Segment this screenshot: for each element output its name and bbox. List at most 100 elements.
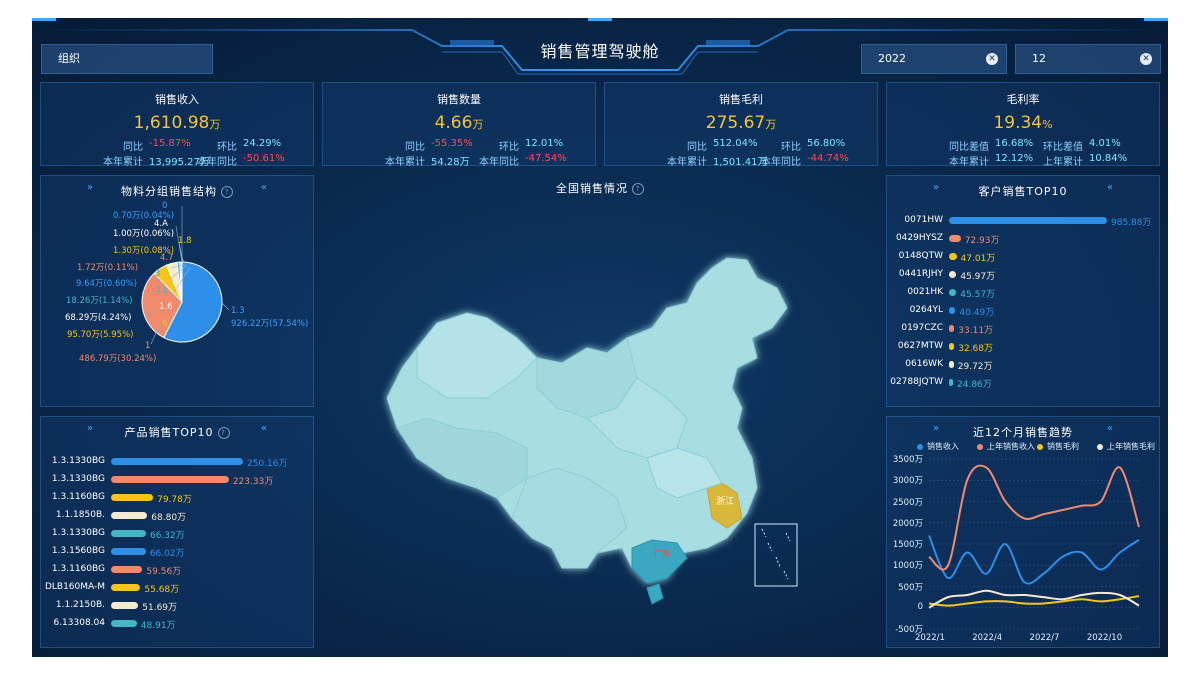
bar-label: 1.3.1560BG: [51, 546, 105, 556]
kpi-card: 销售数量 4.66万 同比 -55.35% 环比 12.01% 本年累计 54.28万 本年同比…: [322, 82, 596, 168]
bar-label: 1.1.1850B.: [55, 510, 105, 520]
material-structure-panel: » « 物料分组销售结构? 0 0.70万(0.04%) 4.A 1.00万(0.06…: [40, 175, 314, 407]
kpi-metric-value: 10.84%: [1089, 153, 1128, 164]
bar-row[interactable]: 1.3.1330BG 66.32万: [52, 526, 185, 542]
bar-row[interactable]: 0429HYSZ 72.93万: [896, 231, 1000, 247]
kpi-name: 销售毛利: [719, 93, 763, 106]
bar-label: 02788JQTW: [890, 377, 943, 387]
bar-value: 48.91万: [140, 621, 176, 631]
sales-trend-panel: » « 近12个月销售趋势 销售收入 上年销售收入 销售毛利 上年销售毛利 3500万…: [886, 416, 1160, 648]
bar-fill: [949, 379, 953, 386]
kpi-metric-value: -15.87%: [149, 138, 191, 149]
kpi-metric-value: -50.61%: [243, 153, 285, 164]
kpi-value-number: 19.34: [993, 113, 1043, 133]
china-map[interactable]: 浙江 广东: [377, 248, 817, 608]
kpi-value-number: 1,610.98: [133, 113, 210, 133]
pie-label: 1.6: [159, 302, 173, 312]
bar-row[interactable]: 0021HK 45.57万: [907, 285, 995, 301]
kpi-name: 销售数量: [437, 93, 481, 106]
bar-row[interactable]: 0264YL 40.49万: [910, 303, 995, 319]
bar-row[interactable]: 1.3.1560BG 66.02万: [52, 544, 185, 560]
kpi-value-number: 275.67: [705, 113, 766, 133]
bar-value: 72.93万: [964, 236, 1000, 246]
bar-row[interactable]: 02788JQTW 24.86万: [890, 375, 992, 391]
x-tick-label: 2022/4: [972, 633, 1003, 643]
year-select[interactable]: 2022 ✕: [861, 44, 1007, 74]
close-circle-icon[interactable]: ✕: [1140, 53, 1152, 65]
kpi-label: 上年累计: [1043, 157, 1083, 168]
bar-row[interactable]: 1.3.1330BG 250.16万: [52, 454, 288, 470]
bar-fill: [949, 217, 1107, 224]
y-tick-label: 2000万: [892, 518, 923, 529]
kpi-label: 环比: [217, 142, 237, 153]
pie-label: 9.64万(0.60%): [76, 279, 138, 289]
close-circle-icon[interactable]: ✕: [986, 53, 998, 65]
kpi-metric-value: 54.28万: [431, 157, 470, 168]
bar-fill: [949, 361, 954, 368]
trend-series-line[interactable]: [928, 595, 1140, 607]
bar-value: 250.16万: [247, 459, 288, 469]
bar-value: 45.97万: [960, 272, 996, 282]
customer-top10-panel: » « 客户销售TOP10 0071HW 985.88万 0429HYSZ 72.93…: [886, 175, 1160, 407]
bar-row[interactable]: 0148QTW 47.01万: [899, 249, 996, 265]
bar-row[interactable]: 1.3.1160BG 59.56万: [52, 562, 181, 578]
bar-row[interactable]: 0071HW 985.88万: [904, 213, 1151, 229]
kpi-label: 本年累计: [949, 157, 989, 168]
customer-top10-title: 客户销售TOP10: [887, 183, 1159, 199]
pie-label: 4.7: [160, 253, 174, 263]
bar-row[interactable]: 1.3.1160BG 79.78万: [52, 490, 192, 506]
bar-label: 1.3.1330BG: [51, 528, 105, 538]
bar-row[interactable]: 0441RJHY 45.97万: [899, 267, 995, 283]
map-label-guangdong: 广东: [654, 548, 670, 558]
kpi-value-unit: %: [1042, 118, 1053, 131]
month-select-value: 12: [1032, 52, 1046, 65]
y-tick-label: 3500万: [892, 455, 923, 465]
kpi-card: 销售收入 1,610.98万 同比 -15.87% 环比 24.29% 本年累计 13,995…: [40, 82, 314, 168]
bar-fill: [111, 512, 148, 519]
bar-value: 51.69万: [142, 603, 178, 613]
south-sea-inset: [754, 523, 798, 587]
bar-value: 985.88万: [1111, 218, 1152, 228]
bar-label: 0627MTW: [897, 341, 943, 351]
trend-series-line[interactable]: [928, 535, 1140, 585]
bar-label: 0441RJHY: [898, 269, 943, 279]
bar-label: 1.3.1160BG: [51, 564, 105, 574]
x-tick-label: 2022/1: [915, 633, 945, 643]
org-select[interactable]: 组织: [41, 44, 213, 74]
pie-label: 486.79万(30.24%): [79, 354, 157, 364]
bar-fill: [111, 602, 139, 609]
bar-value: 33.11万: [958, 326, 994, 336]
product-top10-title: 产品销售TOP10?: [41, 424, 313, 440]
bar-row[interactable]: 0627MTW 32.68万: [898, 339, 993, 355]
bar-label: DLB160MA-M: [44, 582, 105, 592]
bar-row[interactable]: 1.1.2150B. 51.69万: [56, 598, 177, 614]
bar-row[interactable]: 6.13308.04 48.91万: [53, 616, 175, 632]
bar-value: 32.68万: [958, 344, 993, 354]
customer-top10-title-text: 客户销售TOP10: [978, 185, 1068, 198]
kpi-metric-value: 56.80%: [807, 138, 846, 149]
kpi-label: 本年同比: [197, 157, 237, 168]
bar-value: 40.49万: [959, 308, 995, 318]
kpi-metric-value: -44.74%: [807, 153, 849, 164]
bar-row[interactable]: 1.3.1330BG 223.33万: [52, 472, 273, 488]
month-select[interactable]: 12 ✕: [1015, 44, 1161, 74]
kpi-card: 毛利率 19.34% 同比差值 16.68% 环比差值 4.01% 本年累计 12.12% 上年…: [886, 82, 1160, 168]
kpi-name: 毛利率: [1006, 93, 1040, 106]
bar-row[interactable]: DLB160MA-M 55.68万: [45, 580, 179, 596]
kpi-value: 1,610.98万: [41, 113, 313, 133]
kpi-label: 同比: [687, 142, 707, 153]
bar-row[interactable]: 0616WK 29.72万: [905, 357, 992, 373]
help-icon[interactable]: ?: [632, 183, 644, 195]
bar-fill: [949, 271, 957, 278]
bar-row[interactable]: 1.1.1850B. 68.80万: [56, 508, 186, 524]
help-icon[interactable]: ?: [217, 427, 230, 439]
pie-label: 1.00万(0.06%): [113, 229, 175, 239]
kpi-label: 本年累计: [667, 157, 707, 168]
bar-value: 79.78万: [157, 495, 192, 505]
kpi-metric-value: 1,501.41万: [713, 157, 768, 168]
bar-row[interactable]: 0197CZC 33.11万: [901, 321, 993, 337]
bar-label: 0264YL: [909, 305, 943, 315]
year-select-value: 2022: [878, 52, 906, 65]
pie-label: 3.L: [155, 286, 168, 296]
trend-series-line[interactable]: [928, 464, 1140, 571]
